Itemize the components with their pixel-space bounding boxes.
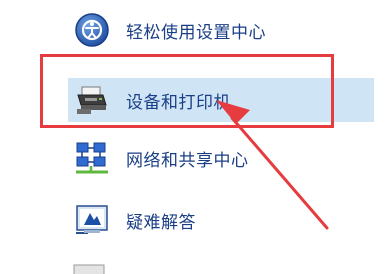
- item-label: 设备和打印机: [126, 92, 231, 113]
- item-label: 轻松使用设置中心: [126, 22, 266, 43]
- item-devices-and-printers[interactable]: 设备和打印机: [68, 78, 374, 122]
- control-panel-list: 轻松使用设置中心 设备和打印机 网络和共享中心 疑难解答: [0, 0, 392, 274]
- item-network-and-sharing[interactable]: 网络和共享中心: [68, 136, 374, 180]
- next-item-partial[interactable]: [72, 262, 112, 274]
- printer-icon: [72, 80, 112, 120]
- item-troubleshooting[interactable]: 疑难解答: [68, 198, 374, 242]
- ease-of-access-icon: [72, 10, 112, 50]
- network-icon: [72, 138, 112, 178]
- item-label: 网络和共享中心: [126, 150, 249, 171]
- troubleshooting-icon: [72, 200, 112, 240]
- item-ease-of-access[interactable]: 轻松使用设置中心: [68, 8, 374, 52]
- item-label: 疑难解答: [126, 212, 196, 233]
- control-panel-item-icon: [72, 262, 108, 274]
